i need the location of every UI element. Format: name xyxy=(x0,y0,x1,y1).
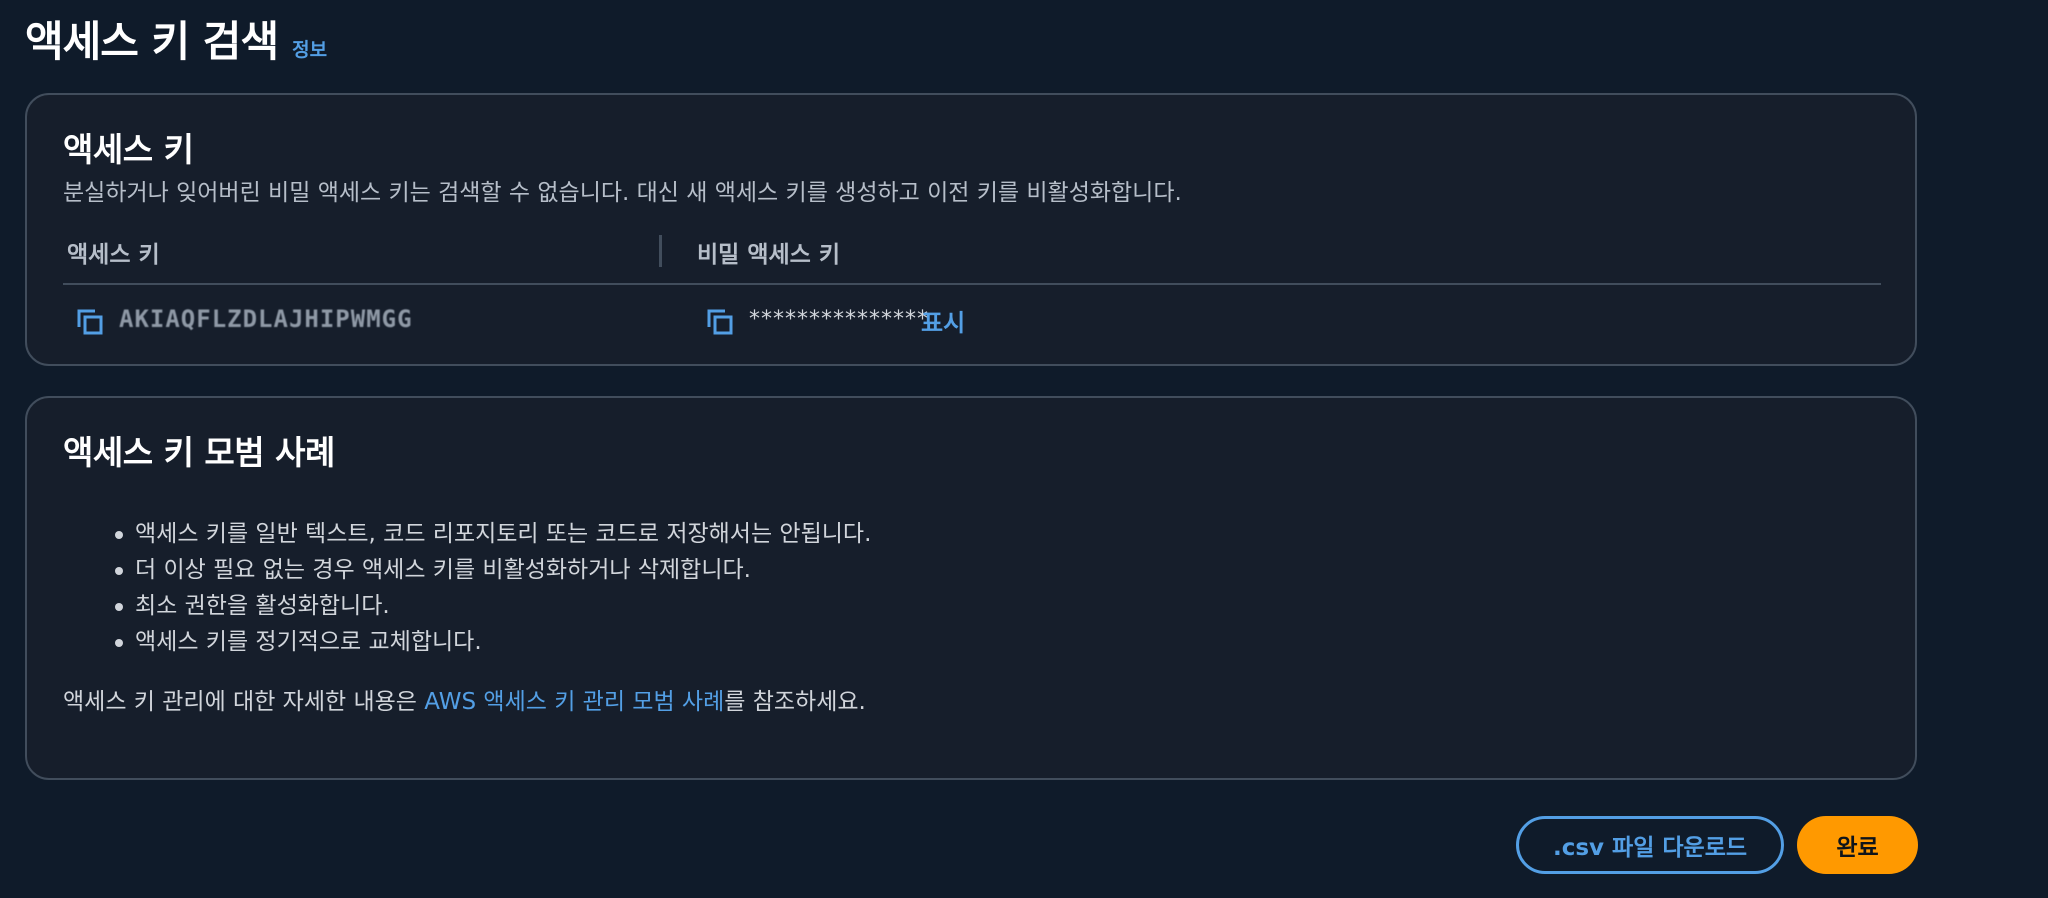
retrieve-access-keys-page: 액세스 키 검색 정보 액세스 키 분실하거나 잊어버린 비밀 액세스 키는 검… xyxy=(0,0,2048,898)
show-secret-link[interactable]: 표시 xyxy=(921,303,965,338)
best-practices-title: 액세스 키 모범 사례 xyxy=(63,433,335,472)
secret-key-masked: *************** xyxy=(749,307,929,332)
best-practices-footnote: 액세스 키 관리에 대한 자세한 내용은 AWS 액세스 키 관리 모범 사례를… xyxy=(63,682,866,716)
column-header-access-key: 액세스 키 xyxy=(67,242,160,268)
copy-secret-key-icon[interactable] xyxy=(705,307,735,337)
list-item: 더 이상 필요 없는 경우 액세스 키를 비활성화하거나 삭제합니다. xyxy=(114,552,871,588)
copy-access-key-icon[interactable] xyxy=(75,307,105,337)
access-key-panel-description: 분실하거나 잊어버린 비밀 액세스 키는 검색할 수 없습니다. 대신 새 액세… xyxy=(63,180,1182,206)
list-item: 액세스 키를 정기적으로 교체합니다. xyxy=(114,624,871,660)
page-header: 액세스 키 검색 정보 xyxy=(25,8,327,69)
access-key-panel: 액세스 키 분실하거나 잊어버린 비밀 액세스 키는 검색할 수 없습니다. 대… xyxy=(25,93,1917,366)
footnote-prefix: 액세스 키 관리에 대한 자세한 내용은 xyxy=(63,689,425,715)
column-header-secret-key: 비밀 액세스 키 xyxy=(697,242,840,268)
list-item: 최소 권한을 활성화합니다. xyxy=(114,588,871,624)
footnote-suffix: 를 참조하세요. xyxy=(724,689,866,715)
best-practices-link[interactable]: AWS 액세스 키 관리 모범 사례 xyxy=(424,689,724,715)
download-csv-button[interactable]: .csv 파일 다운로드 xyxy=(1516,816,1784,874)
table-divider xyxy=(63,283,1881,285)
column-divider xyxy=(659,235,662,267)
page-title: 액세스 키 검색 xyxy=(25,17,279,66)
info-link[interactable]: 정보 xyxy=(292,35,327,62)
best-practices-panel: 액세스 키 모범 사례 액세스 키를 일반 텍스트, 코드 리포지토리 또는 코… xyxy=(25,396,1917,780)
access-key-panel-title: 액세스 키 xyxy=(63,130,194,169)
access-key-value: AKIAQFLZDLAJHIPWMGG xyxy=(119,305,413,333)
list-item: 액세스 키를 일반 텍스트, 코드 리포지토리 또는 코드로 저장해서는 안됩니… xyxy=(114,516,871,552)
done-button[interactable]: 완료 xyxy=(1797,816,1918,874)
best-practices-list: 액세스 키를 일반 텍스트, 코드 리포지토리 또는 코드로 저장해서는 안됩니… xyxy=(114,516,871,660)
